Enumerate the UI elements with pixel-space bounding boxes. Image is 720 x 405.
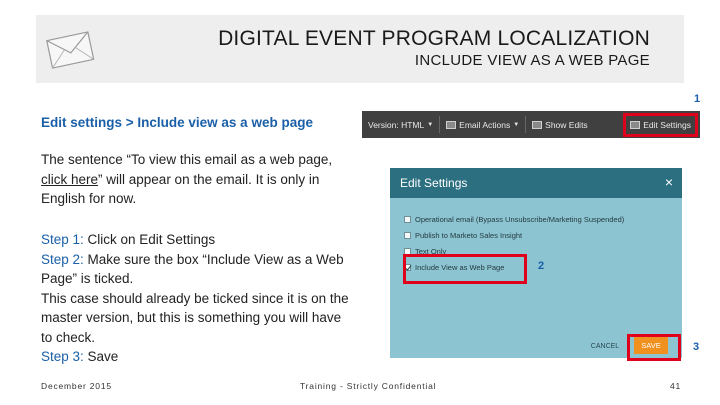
slide-title: DIGITAL EVENT PROGRAM LOCALIZATION — [218, 27, 650, 50]
click-here-text: click here — [41, 171, 99, 187]
option-operational-email[interactable]: Operational email (Bypass Unsubscribe/Ma… — [404, 211, 624, 227]
steps-list: Step 1: Click on Edit Settings Step 2: M… — [41, 230, 351, 367]
envelope-icon — [46, 31, 95, 69]
step-1-label: Step 1: — [41, 232, 84, 247]
email-actions-menu[interactable]: Email Actions ▼ — [440, 111, 525, 138]
edit-settings-icon — [630, 120, 641, 129]
step-2-text: Make sure the box “Include View as a Web… — [41, 251, 344, 287]
edit-settings-path: Edit settings > Include view as a web pa… — [41, 115, 313, 130]
option-label: Publish to Marketo Sales Insight — [415, 230, 523, 240]
slide-header: DIGITAL EVENT PROGRAM LOCALIZATION INCLU… — [36, 15, 684, 83]
footer-date: December 2015 — [41, 381, 112, 391]
show-edits-button[interactable]: Show Edits — [526, 111, 594, 138]
show-edits-icon — [532, 120, 543, 129]
include-view-highlight-box — [403, 254, 527, 284]
marker-3: 3 — [693, 341, 700, 353]
marker-1: 1 — [694, 93, 701, 105]
marker-2: 2 — [538, 260, 545, 272]
caret-down-icon: ▼ — [513, 121, 520, 128]
save-highlight-box — [627, 334, 681, 361]
caret-down-icon: ▼ — [427, 121, 434, 128]
publish-msi-checkbox[interactable] — [404, 231, 411, 239]
slide-subtitle: INCLUDE VIEW AS A WEB PAGE — [414, 52, 650, 69]
operational-email-checkbox[interactable] — [404, 215, 411, 223]
step-2: Step 2: Make sure the box “Include View … — [41, 250, 351, 289]
step-1: Step 1: Click on Edit Settings — [41, 230, 351, 250]
step-1-text: Click on Edit Settings — [83, 232, 216, 247]
view-as-web-sentence: The sentence “To view this email as a we… — [41, 150, 351, 209]
cancel-button[interactable]: CANCEL — [588, 339, 622, 353]
email-toolbar: Version: HTML ▼ Email Actions ▼ Show Edits… — [362, 111, 700, 138]
dialog-title: Edit Settings — [400, 176, 468, 190]
option-publish-msi[interactable]: Publish to Marketo Sales Insight — [404, 227, 624, 243]
sentence-text-before: The sentence “To view this email as a we… — [41, 152, 333, 167]
step-2-label: Step 2: — [41, 251, 84, 267]
edit-settings-button[interactable]: Edit Settings — [623, 112, 698, 137]
email-actions-label: Email Actions — [459, 119, 511, 130]
step-3-label: Step 3: — [41, 349, 84, 364]
footer-confidential: Training - Strictly Confidential — [300, 381, 437, 391]
show-edits-label: Show Edits — [545, 119, 588, 130]
edit-settings-label: Edit Settings — [643, 119, 691, 130]
dialog-header: Edit Settings × — [390, 168, 682, 198]
version-label: Version: HTML — [368, 119, 425, 130]
version-menu[interactable]: Version: HTML ▼ — [362, 111, 439, 138]
email-actions-icon — [446, 120, 457, 129]
close-icon[interactable]: × — [665, 174, 673, 190]
step-3-text: Save — [83, 349, 119, 364]
step-3: Step 3: Save — [41, 347, 351, 367]
step-note: This case should already be ticked since… — [41, 290, 349, 345]
option-label: Operational email (Bypass Unsubscribe/Ma… — [415, 214, 625, 224]
page-number: 41 — [670, 381, 682, 391]
